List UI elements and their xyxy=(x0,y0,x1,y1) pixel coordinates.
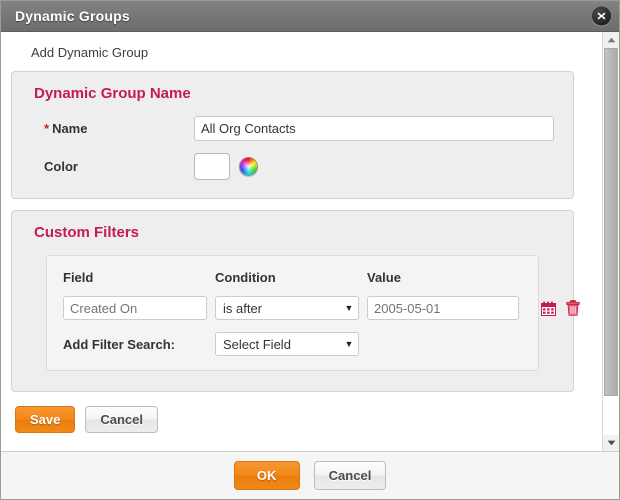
footer-cancel-button[interactable]: Cancel xyxy=(313,461,387,490)
custom-filters-panel: Custom Filters Field Condition Value Cre… xyxy=(11,210,580,392)
filter-field-cell xyxy=(63,296,215,320)
close-icon[interactable] xyxy=(592,6,611,26)
add-filter-search-row: Add Filter Search: Select Field ▼ xyxy=(63,332,522,356)
save-button[interactable]: Save xyxy=(15,406,76,433)
chevron-down-icon: ▼ xyxy=(344,338,354,349)
calendar-icon[interactable] xyxy=(541,301,556,316)
form-actions: Save Cancel xyxy=(15,406,602,433)
filter-condition-value: is after xyxy=(223,300,263,316)
ok-button[interactable]: OK xyxy=(233,461,300,490)
page-subtitle: Add Dynamic Group xyxy=(31,45,149,60)
group-name-panel: Dynamic Group Name *Name Color xyxy=(11,71,574,199)
filter-inner-panel: Field Condition Value is after ▼ xyxy=(46,255,580,371)
filter-condition-select[interactable]: is after ▼ xyxy=(215,296,359,320)
dialog-title: Dynamic Groups xyxy=(15,8,130,24)
filter-column-headers: Field Condition Value xyxy=(63,270,522,285)
scroll-down-arrow-icon[interactable] xyxy=(603,435,619,451)
column-header-field: Field xyxy=(63,270,94,285)
filter-value-input[interactable] xyxy=(367,296,519,320)
scroll-up-arrow-icon[interactable] xyxy=(603,32,619,48)
filter-condition-cell: is after ▼ xyxy=(215,296,367,320)
filter-field-input[interactable] xyxy=(63,296,207,320)
name-input[interactable] xyxy=(194,116,554,141)
vertical-scrollbar[interactable] xyxy=(602,32,619,451)
name-label-text: Name xyxy=(52,121,88,136)
dialog-body: Add Dynamic Group Dynamic Group Name * Na… xyxy=(1,32,619,451)
dialog-titlebar: Dynamic Groups xyxy=(1,1,619,32)
add-filter-search-select[interactable]: Select Field ▼ xyxy=(215,332,359,356)
dialog-footer: OK Cancel xyxy=(1,451,619,499)
scrollbar-track[interactable] xyxy=(603,48,619,435)
filter-value-cell xyxy=(367,296,527,320)
cancel-button[interactable]: Cancel xyxy=(85,406,159,433)
dialog-content: Add Dynamic Group Dynamic Group Name * Na… xyxy=(1,32,602,451)
column-header-condition: Condition xyxy=(215,270,276,285)
filter-row: is after ▼ xyxy=(63,296,580,320)
chevron-down-icon: ▼ xyxy=(344,302,354,313)
color-swatch[interactable] xyxy=(194,153,230,180)
scrollbar-thumb[interactable] xyxy=(604,48,618,396)
color-field-label: Color xyxy=(44,159,78,174)
column-header-value: Value xyxy=(367,270,401,285)
add-filter-search-label: Add Filter Search: xyxy=(63,336,175,352)
required-marker: * xyxy=(44,121,50,136)
trash-icon[interactable] xyxy=(566,300,580,316)
color-field-row: Color xyxy=(28,153,557,180)
name-field-label: * Name xyxy=(28,121,194,136)
custom-filters-panel-title: Custom Filters xyxy=(34,224,140,241)
dynamic-groups-dialog: Dynamic Groups Add Dynamic Group Dynamic… xyxy=(0,0,620,500)
group-name-panel-title: Dynamic Group Name xyxy=(34,85,191,102)
add-filter-search-value: Select Field xyxy=(223,336,291,352)
color-wheel-icon[interactable] xyxy=(239,157,258,176)
name-field-row: * Name xyxy=(28,116,557,141)
